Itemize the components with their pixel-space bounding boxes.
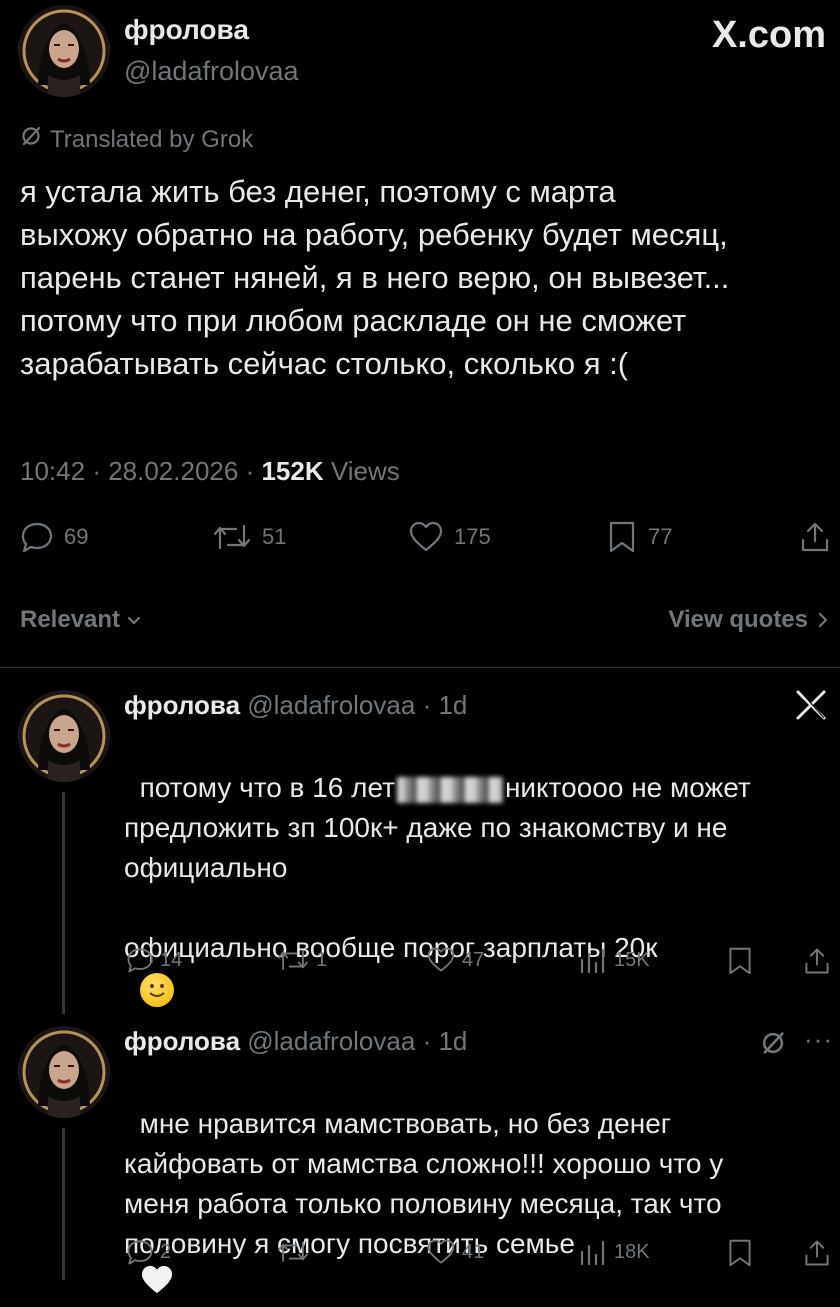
- reply-icon: [21, 522, 53, 553]
- analytics-icon: [580, 948, 605, 974]
- bookmark-icon: [729, 1239, 751, 1267]
- reply-reply-button[interactable]: 14: [126, 946, 182, 974]
- views-label: Views: [330, 456, 400, 486]
- post-meta: 10:42 · 28.02.2026 · 152K Views: [20, 456, 400, 486]
- like-count: 175: [454, 524, 491, 549]
- reply-icon: [127, 948, 153, 973]
- bookmark-icon: [609, 521, 635, 553]
- grok-icon[interactable]: [760, 1030, 786, 1061]
- post-date[interactable]: 28.02.2026: [108, 456, 238, 486]
- reply-count: 14: [160, 948, 183, 971]
- like-button[interactable]: 175: [408, 520, 491, 554]
- thread-line: [62, 1128, 65, 1280]
- share-icon: [805, 1240, 829, 1266]
- share-icon: [801, 522, 829, 552]
- view-quotes-label: View quotes: [668, 606, 808, 633]
- reply-views-button[interactable]: 15K: [578, 946, 650, 974]
- reply-display-name[interactable]: фролова: [124, 1026, 240, 1056]
- views-count: 18K: [614, 1240, 650, 1263]
- translated-by-grok[interactable]: Translated by Grok: [20, 125, 253, 154]
- reply-share-button[interactable]: [802, 1238, 832, 1268]
- relevant-label: Relevant: [20, 606, 121, 633]
- reply-count: 69: [64, 524, 89, 549]
- divider: [0, 667, 840, 668]
- chevron-right-icon: [818, 612, 828, 628]
- like-count: 41: [462, 1240, 485, 1263]
- avatar[interactable]: [18, 5, 110, 97]
- reply-bookmark-button[interactable]: [726, 946, 754, 976]
- repost-icon: [278, 950, 308, 970]
- share-icon: [805, 948, 829, 974]
- reply-avatar[interactable]: [18, 1026, 110, 1118]
- white-heart-emoji-icon: [140, 1264, 174, 1307]
- reply-text: мне нравится мамствовать, но без денег к…: [124, 1064, 824, 1307]
- repost-icon: [213, 524, 251, 550]
- reply-icon: [127, 1240, 153, 1265]
- reply-bookmark-button[interactable]: [726, 1238, 754, 1268]
- reply-like-button[interactable]: 47: [426, 946, 484, 974]
- more-options-icon[interactable]: ···: [804, 1024, 833, 1055]
- views-count: 152K: [261, 456, 324, 486]
- header-handle[interactable]: @ladafrolovaa: [124, 56, 299, 87]
- heart-icon: [409, 521, 443, 552]
- repost-count: 51: [262, 524, 287, 549]
- reply-avatar[interactable]: [18, 690, 110, 782]
- sort-relevant[interactable]: Relevant: [20, 606, 142, 634]
- reply-repost-button[interactable]: [276, 1238, 316, 1266]
- brand-logo: X.com: [711, 14, 826, 56]
- reply-header: фролова @ladafrolovaa · 1d: [124, 1026, 468, 1056]
- views-count: 15K: [614, 948, 650, 971]
- repost-count: 1: [316, 948, 328, 971]
- chevron-down-icon: [127, 616, 141, 625]
- reply-like-button[interactable]: 41: [426, 1238, 484, 1266]
- reply-text-before: потому что в 16 лет: [139, 772, 395, 803]
- main-post-text: я устала жить без денег, поэтому с марта…: [20, 174, 730, 381]
- reply-views-button[interactable]: 18K: [578, 1238, 650, 1266]
- like-count: 47: [462, 948, 485, 971]
- grok-icon: [20, 125, 42, 154]
- heart-icon: [427, 1239, 455, 1264]
- reply-share-button[interactable]: [802, 946, 832, 976]
- analytics-icon: [580, 1240, 605, 1266]
- post-time[interactable]: 10:42: [20, 456, 85, 486]
- reply-age[interactable]: 1d: [438, 690, 467, 720]
- reply-header: фролова @ladafrolovaa · 1d: [124, 690, 468, 720]
- x-logo-icon: [794, 688, 828, 731]
- bookmark-count: 77: [648, 524, 673, 549]
- reply-age[interactable]: 1d: [438, 1026, 467, 1056]
- reply-handle[interactable]: @ladafrolovaa: [247, 690, 415, 720]
- translated-label: Translated by Grok: [50, 125, 254, 153]
- share-button[interactable]: [798, 520, 832, 554]
- reply-repost-button[interactable]: 1: [276, 946, 327, 974]
- header-display-name[interactable]: фролова: [124, 14, 249, 46]
- censored-blur: [396, 776, 503, 803]
- smile-emoji-icon: [139, 972, 174, 1007]
- view-quotes-link[interactable]: View quotes: [668, 606, 830, 634]
- reply-button[interactable]: 69: [20, 520, 88, 554]
- reply-reply-button[interactable]: 2: [126, 1238, 171, 1266]
- reply-handle[interactable]: @ladafrolovaa: [247, 1026, 415, 1056]
- heart-icon: [427, 947, 455, 972]
- reply-display-name[interactable]: фролова: [124, 690, 240, 720]
- reply-text-content: мне нравится мамствовать, но без денег к…: [124, 1108, 724, 1259]
- bookmark-button[interactable]: 77: [606, 520, 672, 554]
- reply-count: 2: [160, 1240, 172, 1263]
- repost-button[interactable]: 51: [212, 520, 286, 554]
- bookmark-icon: [729, 947, 751, 975]
- thread-line: [62, 792, 65, 1014]
- repost-icon: [278, 1242, 308, 1262]
